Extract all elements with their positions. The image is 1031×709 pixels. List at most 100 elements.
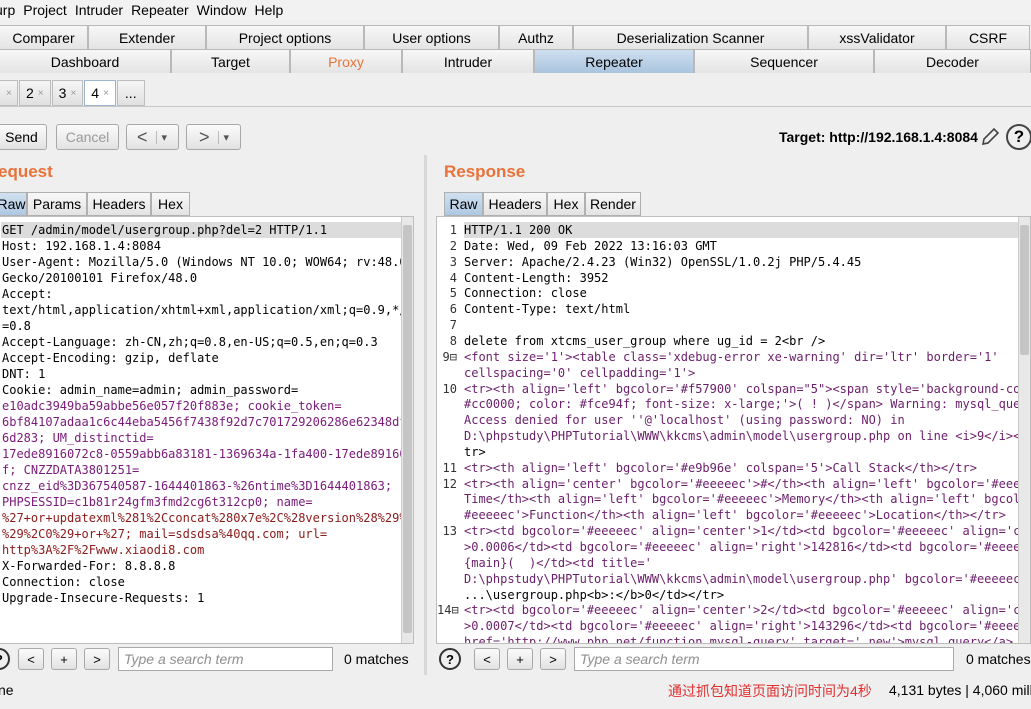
response-line: #cc0000; color: #fce94f; font-size: x-la… — [464, 397, 1031, 412]
tab-xssvalidator[interactable]: xssValidator — [808, 25, 946, 49]
scrollbar-thumb[interactable] — [1020, 225, 1029, 355]
scrollbar-thumb[interactable] — [403, 225, 412, 633]
menu-burp[interactable]: urp — [0, 2, 15, 18]
request-line: Cookie: admin_name=admin; admin_password… — [2, 383, 299, 397]
request-tab-label: 3 — [58, 85, 67, 101]
edit-pencil-icon[interactable] — [980, 126, 1000, 148]
response-line: cellspacing='0' cellpadding='1'> — [464, 365, 696, 380]
close-icon[interactable]: × — [103, 88, 109, 99]
search-add-button[interactable]: + — [507, 648, 533, 670]
request-tab-params[interactable]: Params — [27, 192, 87, 216]
search-prev-button[interactable]: < — [474, 648, 500, 670]
help-icon[interactable]: ? — [439, 648, 461, 670]
request-tab-1[interactable]: × — [0, 80, 18, 106]
search-next-button[interactable]: > — [540, 648, 566, 670]
response-line: tr> — [464, 444, 486, 459]
close-icon[interactable]: × — [6, 88, 12, 99]
close-icon[interactable]: × — [70, 88, 76, 99]
response-scrollbar[interactable] — [1018, 217, 1030, 643]
tool-tabs-row-2: Dashboard Target Proxy Intruder Repeater… — [0, 49, 1031, 73]
response-line: delete from xtcms_user_group where ug_id… — [464, 333, 826, 348]
tab-deserialization-scanner[interactable]: Deserialization Scanner — [573, 25, 808, 49]
tab-project-options[interactable]: Project options — [206, 25, 364, 49]
menu-window[interactable]: Window — [197, 2, 247, 18]
request-editor[interactable]: GET /admin/model/usergroup.php?del=2 HTT… — [0, 216, 414, 644]
request-line: Gecko/20100101 Firefox/48.0 — [2, 271, 198, 285]
request-line: http%3A%2F%2Fwww.xiaodi8.com — [2, 543, 205, 557]
response-tab-headers[interactable]: Headers — [483, 192, 547, 216]
request-line: %27+or+updatexml%281%2Cconcat%280x7e%2C%… — [2, 511, 414, 525]
line-number: 3 — [449, 254, 457, 269]
help-icon[interactable]: ? — [0, 648, 10, 670]
response-line: Server: Apache/2.4.23 (Win32) OpenSSL/1.… — [464, 254, 862, 269]
cancel-button[interactable]: Cancel — [56, 124, 119, 150]
panel-splitter[interactable] — [424, 155, 427, 675]
tab-sequencer[interactable]: Sequencer — [694, 49, 874, 73]
response-editor[interactable]: 1 HTTP/1.1 200 OK 2 Date: Wed, 09 Feb 2022 … — [436, 216, 1031, 644]
request-tab-hex[interactable]: Hex — [151, 192, 190, 216]
tab-csrf[interactable]: CSRF — [946, 25, 1030, 49]
request-line: Accept: — [2, 287, 53, 301]
request-line: Connection: close — [2, 575, 125, 589]
tab-intruder[interactable]: Intruder — [402, 49, 534, 73]
annotation-note: 通过抓包知道页面访问时间为4秒 — [668, 683, 872, 699]
back-button[interactable]: < ▾ — [126, 124, 179, 150]
request-tab-2[interactable]: 2 × — [19, 80, 51, 106]
response-line: <tr><th align='left' bgcolor='#e9b96e' c… — [464, 460, 977, 475]
request-search-input[interactable]: Type a search term — [118, 647, 333, 671]
response-line: <tr><th align='center' bgcolor='#eeeeec'… — [464, 476, 1031, 491]
tab-repeater[interactable]: Repeater — [534, 49, 694, 73]
request-line: 6d283; UM_distinctid= — [2, 431, 154, 445]
chevron-right-icon: > — [199, 126, 210, 147]
request-line: DNT: 1 — [2, 367, 46, 381]
search-next-button[interactable]: > — [84, 648, 110, 670]
response-tab-render[interactable]: Render — [585, 192, 641, 216]
tab-authz[interactable]: Authz — [499, 25, 573, 49]
divider — [0, 106, 1031, 107]
tab-dashboard[interactable]: Dashboard — [0, 49, 171, 73]
request-tab-3[interactable]: 3 × — [51, 80, 84, 106]
request-scrollbar[interactable] — [401, 217, 413, 643]
send-button[interactable]: Send — [0, 124, 47, 150]
close-icon[interactable]: × — [38, 88, 44, 99]
line-number: 10 — [442, 381, 457, 396]
tab-comparer[interactable]: Comparer — [0, 25, 88, 49]
request-tab-raw[interactable]: Raw — [0, 192, 27, 216]
request-line: PHPSESSID=c1b81r24gfm3fmd2cg6t312cp0; na… — [2, 495, 313, 509]
response-line: HTTP/1.1 200 OK — [464, 222, 1019, 238]
response-tab-hex[interactable]: Hex — [547, 192, 585, 216]
menu-intruder[interactable]: Intruder — [75, 2, 123, 18]
request-line: %29%2C0%29+or+%27; mail=sdsdsa%40qq.com;… — [2, 527, 328, 541]
request-line: X-Forwarded-For: 8.8.8.8 — [2, 559, 176, 573]
request-tab-4[interactable]: 4 × — [84, 80, 116, 106]
request-line: Accept-Encoding: gzip, deflate — [2, 351, 219, 365]
search-add-button[interactable]: + — [51, 648, 77, 670]
menu-bar: urp Project Intruder Repeater Window Hel… — [0, 0, 1031, 20]
help-icon[interactable]: ? — [1006, 124, 1031, 150]
request-tab-headers[interactable]: Headers — [87, 192, 151, 216]
line-number: 1 — [449, 223, 457, 237]
menu-help[interactable]: Help — [254, 2, 283, 18]
chevron-down-icon[interactable]: ▾ — [155, 130, 167, 144]
chevron-left-icon: < — [137, 126, 148, 147]
line-number: 2 — [449, 238, 457, 253]
new-tab-button[interactable]: ... — [116, 80, 145, 106]
status-text: ne — [0, 682, 14, 698]
menu-project[interactable]: Project — [23, 2, 67, 18]
menu-repeater[interactable]: Repeater — [131, 2, 189, 18]
tab-user-options[interactable]: User options — [364, 25, 499, 49]
chevron-down-icon[interactable]: ▾ — [217, 130, 229, 144]
tab-proxy[interactable]: Proxy — [290, 49, 402, 73]
forward-button[interactable]: > ▾ — [186, 124, 241, 150]
response-tab-raw[interactable]: Raw — [444, 192, 483, 216]
response-line: #eeeeec'>Function</th><th align='left' b… — [464, 508, 1006, 523]
response-line: Access denied for user ''@'localhost' (u… — [464, 413, 905, 428]
tab-decoder[interactable]: Decoder — [874, 49, 1031, 73]
search-prev-button[interactable]: < — [18, 648, 44, 670]
tab-extender[interactable]: Extender — [88, 25, 206, 49]
repeater-request-tabs: × 2 × 3 × 4 × ... — [0, 80, 146, 106]
response-line: >0.0006</td><td bgcolor='#eeeeec' align=… — [464, 540, 1031, 554]
request-line: Accept-Language: zh-CN,zh;q=0.8,en-US;q=… — [2, 335, 378, 349]
tab-target[interactable]: Target — [171, 49, 290, 73]
response-search-input[interactable]: Type a search term — [574, 647, 954, 671]
